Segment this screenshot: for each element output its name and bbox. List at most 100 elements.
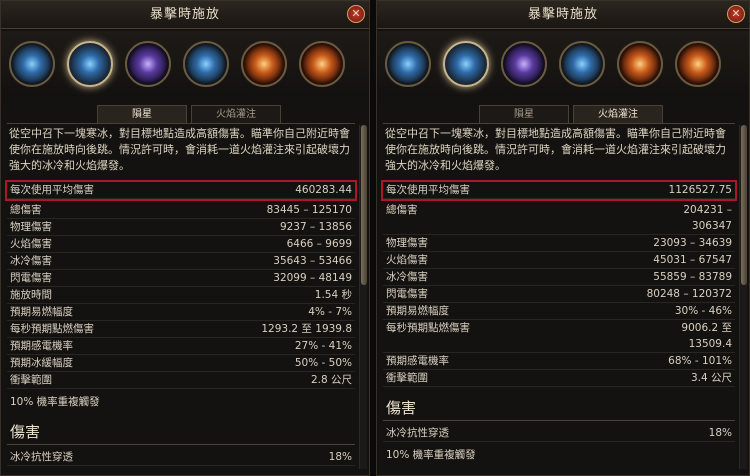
stat-label: 火焰傷害: [10, 238, 52, 250]
stat-value: 68% - 101%: [668, 355, 732, 367]
repeat-chance-note: 10% 機率重複觸發: [10, 396, 100, 408]
stat-value: 80248 – 120372: [646, 288, 732, 300]
stat-value: 23093 – 34639: [653, 237, 732, 249]
stat-value: 35643 – 53466: [273, 255, 352, 267]
stat-value: 30% - 46%: [674, 305, 732, 317]
stat-row: 每秒預期點燃傷害 9006.2 至 13509.4: [383, 320, 735, 353]
stat-label: 預期感電機率: [10, 340, 73, 352]
stat-row: 冰冷傷害 55859 – 83789: [383, 269, 735, 286]
close-icon[interactable]: ✕: [727, 5, 745, 23]
close-icon[interactable]: ✕: [347, 5, 365, 23]
stat-label: 預期感電機率: [386, 355, 449, 367]
frost-gem-icon-selected[interactable]: [443, 41, 489, 87]
stat-label: 冰冷抗性穿透: [386, 427, 449, 439]
stat-value: 6466 – 9699: [286, 238, 352, 250]
stat-row: 火焰傷害 6466 – 9699: [7, 236, 355, 253]
stat-value: 9237 – 13856: [279, 221, 352, 233]
stat-row: 施放時間 1.54 秒: [7, 287, 355, 304]
fire-gem-icon[interactable]: [241, 41, 287, 87]
stat-value: 45031 – 67547: [653, 254, 732, 266]
stat-value: 3.4 公尺: [690, 372, 732, 384]
stat-row: 預期易燃幅度 30% - 46%: [383, 303, 735, 320]
avg-damage-per-use-row: 每次使用平均傷害 1126527.75: [381, 180, 737, 201]
stat-label: 冰冷傷害: [386, 271, 428, 283]
stat-value: 1.54 秒: [314, 289, 352, 301]
stat-value: 9006.2 至 13509.4: [681, 322, 732, 350]
stat-label: 總傷害: [10, 204, 42, 216]
fire-gem-icon[interactable]: [299, 41, 345, 87]
skill-tooltip-panel-left: 暴擊時施放 ✕ 隕星 火焰灌注 從空中召下一塊寒冰，對目標地點造成高額傷害。瞄準…: [0, 0, 370, 476]
stat-row: 衝擊範圍 2.8 公尺: [7, 372, 355, 389]
frost-gem-icon[interactable]: [559, 41, 605, 87]
stat-value: 18%: [708, 427, 732, 439]
section-header-use: 用途: [383, 464, 735, 475]
scrollbar-thumb[interactable]: [361, 125, 367, 285]
stat-value: 83445 – 125170: [266, 204, 352, 216]
stat-row: 火焰傷害 45031 – 67547: [383, 252, 735, 269]
skill-tabs: 隕星 火焰灌注: [479, 105, 663, 123]
stat-row: 冰冷傷害 35643 – 53466: [7, 253, 355, 270]
frost-gem-icon-selected[interactable]: [67, 41, 113, 87]
section-header-damage: 傷害: [7, 411, 355, 445]
arcane-gem-icon[interactable]: [125, 41, 171, 87]
stat-value: 4% - 7%: [308, 306, 352, 318]
scrollbar[interactable]: [359, 125, 367, 469]
panel-title: 暴擊時施放: [1, 1, 369, 29]
stat-row: 預期感電機率 27% - 41%: [7, 338, 355, 355]
tab-fire-infusion[interactable]: 火焰灌注: [191, 105, 281, 123]
stat-label: 每次使用平均傷害: [386, 184, 470, 196]
stat-row: 預期感電機率 68% - 101%: [383, 353, 735, 370]
stat-label: 閃電傷害: [386, 288, 428, 300]
stat-value: 1126527.75: [668, 184, 732, 196]
repeat-chance-note: 10% 機率重複觸發: [386, 449, 476, 461]
gem-icon-row: [377, 31, 749, 97]
stat-label: 每秒預期點燃傷害: [10, 323, 94, 335]
stat-value: 18%: [328, 451, 352, 463]
scrollbar-thumb[interactable]: [741, 125, 747, 285]
stat-value: 204231 –306347: [683, 204, 732, 232]
stat-value: 1293.2 至 1939.8: [261, 323, 352, 335]
arcane-gem-icon[interactable]: [501, 41, 547, 87]
stat-row: 閃電傷害 80248 – 120372: [383, 286, 735, 303]
tooltip-body: 從空中召下一塊寒冰，對目標地點造成高額傷害。瞄準你自己附近時會使你在施放時向後跳…: [381, 123, 737, 475]
tab-fire-infusion[interactable]: 火焰灌注: [573, 105, 663, 123]
avg-damage-per-use-row: 每次使用平均傷害 460283.44: [5, 180, 357, 201]
stat-row: 物理傷害 23093 – 34639: [383, 235, 735, 252]
section-header-damage: 傷害: [383, 387, 735, 421]
skill-description: 從空中召下一塊寒冰，對目標地點造成高額傷害。瞄準你自己附近時會使你在施放時向後跳…: [9, 127, 350, 172]
stat-value: 50% - 50%: [294, 357, 352, 369]
stat-row: 總傷害 204231 –306347: [383, 202, 735, 235]
skill-description: 從空中召下一塊寒冰，對目標地點造成高額傷害。瞄準你自己附近時會使你在施放時向後跳…: [385, 127, 726, 172]
stat-label: 衝擊範圍: [386, 372, 428, 384]
fire-gem-icon[interactable]: [675, 41, 721, 87]
stat-row: 冰冷抗性穿透 18%: [383, 421, 735, 442]
stat-label: 每秒預期點燃傷害: [386, 322, 470, 334]
tooltip-body: 從空中召下一塊寒冰，對目標地點造成高額傷害。瞄準你自己附近時會使你在施放時向後跳…: [5, 123, 357, 475]
frost-gem-icon[interactable]: [183, 41, 229, 87]
stat-row: 預期易燃幅度 4% - 7%: [7, 304, 355, 321]
stat-label: 衝擊範圍: [10, 374, 52, 386]
stat-row: 衝擊範圍 3.4 公尺: [383, 370, 735, 387]
scrollbar[interactable]: [739, 125, 747, 469]
tab-meteor[interactable]: 隕星: [97, 105, 187, 123]
stat-label: 預期冰緩幅度: [10, 357, 73, 369]
stat-label: 施放時間: [10, 289, 52, 301]
stat-row: 物理傷害 9237 – 13856: [7, 219, 355, 236]
stat-label: 物理傷害: [386, 237, 428, 249]
panel-title: 暴擊時施放: [377, 1, 749, 29]
gem-icon-row: [1, 31, 369, 97]
frost-gem-icon[interactable]: [385, 41, 431, 87]
tab-meteor[interactable]: 隕星: [479, 105, 569, 123]
stat-label: 預期易燃幅度: [10, 306, 73, 318]
stat-value: 32099 – 48149: [273, 272, 352, 284]
section-header-use: 用途: [7, 466, 355, 475]
fire-gem-icon[interactable]: [617, 41, 663, 87]
stat-row: 預期冰緩幅度 50% - 50%: [7, 355, 355, 372]
stat-row: 總傷害 83445 – 125170: [7, 202, 355, 219]
frost-gem-icon[interactable]: [9, 41, 55, 87]
stat-value: 27% - 41%: [294, 340, 352, 352]
skill-tooltip-panel-right: 暴擊時施放 ✕ 隕星 火焰灌注 從空中召下一塊寒冰，對目標地點造成高額傷害。瞄準…: [376, 0, 750, 476]
stat-label: 閃電傷害: [10, 272, 52, 284]
stat-value: 2.8 公尺: [310, 374, 352, 386]
stat-label: 預期易燃幅度: [386, 305, 449, 317]
